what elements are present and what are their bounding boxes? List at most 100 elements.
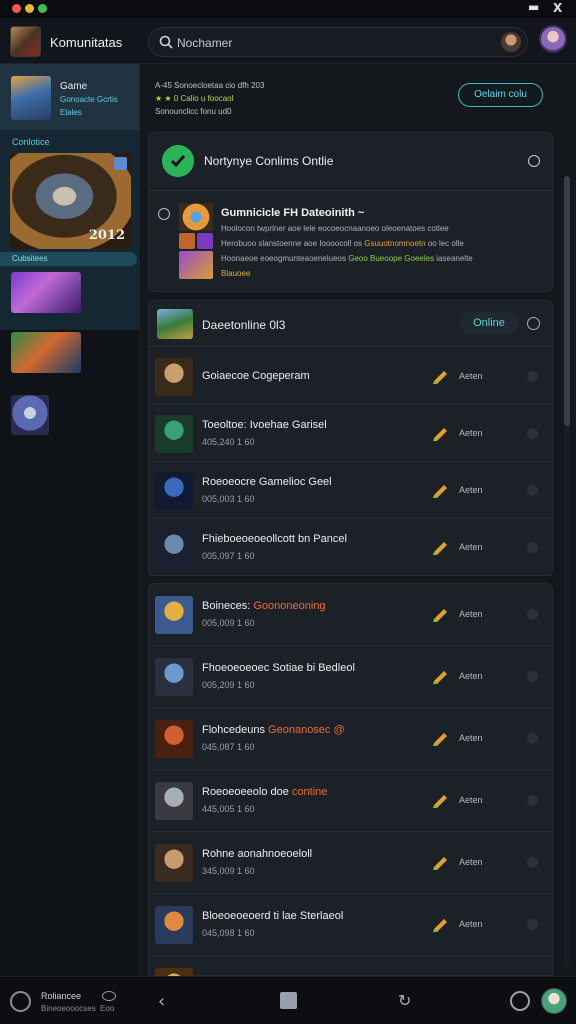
member-avatar[interactable] [155, 658, 193, 696]
search-bar[interactable] [148, 27, 528, 57]
action-label[interactable]: Aeten [459, 919, 483, 929]
pencil-icon[interactable] [432, 606, 450, 622]
pencil-icon[interactable] [432, 792, 450, 808]
join-button[interactable]: Oelaim colu [458, 83, 543, 107]
pencil-icon[interactable] [432, 730, 450, 746]
sidebar-game-thumb[interactable] [11, 395, 49, 435]
scrollbar[interactable] [564, 176, 570, 966]
member-avatar[interactable] [155, 357, 193, 396]
member-row[interactable]: Goiaecoe Cogeperam Aeten [149, 348, 552, 405]
back-icon[interactable]: ‹ [158, 991, 165, 1012]
member-row[interactable]: Bloeoeoeoerd ti lae Sterlaeol 045,098 1 6… [149, 894, 552, 956]
member-avatar[interactable] [155, 471, 193, 510]
member-row[interactable]: Flohcedeuns Geonanosec @ 045,087 1 60 Aete… [149, 708, 552, 770]
sidebar-section-tag[interactable]: Cubsitees [0, 252, 137, 266]
member-meta: 445,005 1 60 [202, 804, 255, 814]
pencil-icon[interactable] [432, 482, 450, 498]
pencil-icon[interactable] [432, 539, 450, 555]
sidebar-game-card[interactable]: Game Gonoacte Gcrtis Elales [0, 64, 139, 130]
member-row[interactable]: Roeoeoeeolo doe contine 445,005 1 60 Aeten [149, 770, 552, 832]
user-avatar[interactable] [541, 988, 567, 1014]
post-tag[interactable]: Blauoee [221, 269, 250, 278]
community-icon[interactable] [10, 991, 31, 1012]
section-tag-label: Cubsitees [12, 254, 48, 263]
pencil-icon[interactable] [432, 368, 450, 384]
search-input[interactable] [177, 34, 497, 52]
member-name[interactable]: Flohcedeuns Geonanosec @ [202, 724, 345, 736]
close-button[interactable]: X [553, 1, 562, 15]
pencil-icon[interactable] [432, 668, 450, 684]
event-info-line: A-45 Sonoecloetaa cio dfh 203 [155, 81, 265, 90]
pencil-icon[interactable] [432, 425, 450, 441]
action-label[interactable]: Aeten [459, 671, 483, 681]
member-avatar[interactable] [155, 782, 193, 820]
action-label[interactable]: Aeten [459, 857, 483, 867]
pencil-icon[interactable] [432, 916, 450, 932]
action-label[interactable]: Aeten [459, 371, 483, 381]
member-avatar[interactable] [155, 906, 193, 944]
member-avatar[interactable] [155, 596, 193, 634]
member-meta: 405,240 1 60 [202, 436, 255, 447]
sidebar-game-thumb[interactable] [11, 272, 81, 313]
member-row[interactable]: Toeoltoe: Ivoehae Garisel 405,240 1 60 Aet… [149, 405, 552, 462]
check-icon [162, 145, 194, 177]
member-avatar[interactable] [155, 414, 193, 453]
member-name[interactable]: Rohne aonahnoeoeloll [202, 848, 312, 860]
member-name[interactable]: Boineces: Goononeoning [202, 600, 326, 612]
game-thumbnail [11, 76, 51, 120]
action-label[interactable]: Aeten [459, 485, 483, 495]
member-row[interactable]: Rohne aonahnoeoeloll 345,009 1 60 Aeten [149, 832, 552, 894]
member-name[interactable]: Fhoeoeoeoec Sotiae bi Bedleol [202, 662, 355, 674]
maximize-window-dot[interactable] [38, 4, 47, 13]
action-label[interactable]: Aeten [459, 795, 483, 805]
panel-radio[interactable] [527, 317, 540, 330]
member-row[interactable]: Fhieboeoeoeollcott bn Pancel 005,097 1 60… [149, 519, 552, 576]
app-logo[interactable] [10, 26, 41, 57]
emoji-icon[interactable] [510, 991, 530, 1011]
profile-avatar[interactable] [539, 25, 567, 53]
info-icon[interactable] [158, 208, 170, 220]
member-meta: 045,087 1 60 [202, 742, 255, 752]
bottom-bar: Roliancee Bineoeooocses Eoo ‹ ↻ [0, 976, 576, 1024]
status-dot [527, 795, 538, 806]
member-name[interactable]: Roeoeoeeolo doe contine [202, 786, 327, 798]
close-window-dot[interactable] [12, 4, 21, 13]
featured-game-art[interactable]: 2012 [10, 153, 131, 249]
member-name[interactable]: Toeoltoe: Ivoehae Garisel [202, 419, 327, 431]
panel-radio[interactable] [528, 155, 540, 167]
sidebar-game-thumb[interactable] [11, 332, 81, 373]
member-name[interactable]: Bloeoeoeoerd ti lae Sterlaeol [202, 910, 343, 922]
member-avatar[interactable] [155, 844, 193, 882]
status-dot [527, 541, 538, 553]
pencil-icon[interactable] [432, 854, 450, 870]
member-meta: 005,097 1 60 [202, 550, 255, 561]
member-name[interactable]: Roeoeocre Gamelioc Geel [202, 476, 332, 488]
action-label[interactable]: Aeten [459, 609, 483, 619]
member-name[interactable]: Goiaecoe Cogeperam [202, 370, 310, 382]
action-label[interactable]: Aeten [459, 428, 483, 438]
edit-icon[interactable] [280, 992, 297, 1009]
action-label[interactable]: Aeten [459, 733, 483, 743]
action-label[interactable]: Aeten [459, 542, 483, 552]
share-icon[interactable]: ↻ [398, 991, 411, 1010]
search-user-avatar[interactable] [501, 32, 521, 52]
chat-icon[interactable] [102, 991, 116, 1001]
member-meta: 005,009 1 60 [202, 618, 255, 628]
minimize-window-dot[interactable] [25, 4, 34, 13]
bottom-label[interactable]: Roliancee [41, 991, 81, 1001]
member-row[interactable]: Fhoeoeoeoec Sotiae bi Bedleol 005,209 1 6… [149, 646, 552, 708]
member-row[interactable]: Roeoeocre Gamelioc Geel 005,003 1 60 Aeten [149, 462, 552, 519]
panel-title: Nortynye Conlims Ontlie [204, 154, 334, 168]
status-dot [527, 919, 538, 930]
online-filter-pill[interactable]: Online [460, 312, 518, 334]
member-avatar[interactable] [155, 720, 193, 758]
post-image-collage[interactable] [179, 203, 213, 281]
scroll-thumb[interactable] [564, 176, 570, 426]
member-avatar[interactable] [155, 528, 193, 567]
post-title[interactable]: Gumnicicle FH Dateoinith ~ [221, 207, 364, 219]
bottom-sublabel: Bineoeooocses [41, 1004, 96, 1013]
panel-title: Daeetonline 0l3 [202, 318, 286, 332]
minimize-button[interactable]: ▬ [528, 0, 539, 14]
member-row[interactable]: Boineces: Goononeoning 005,009 1 60 Aeten [149, 584, 552, 646]
member-name[interactable]: Fhieboeoeoeollcott bn Pancel [202, 533, 347, 545]
